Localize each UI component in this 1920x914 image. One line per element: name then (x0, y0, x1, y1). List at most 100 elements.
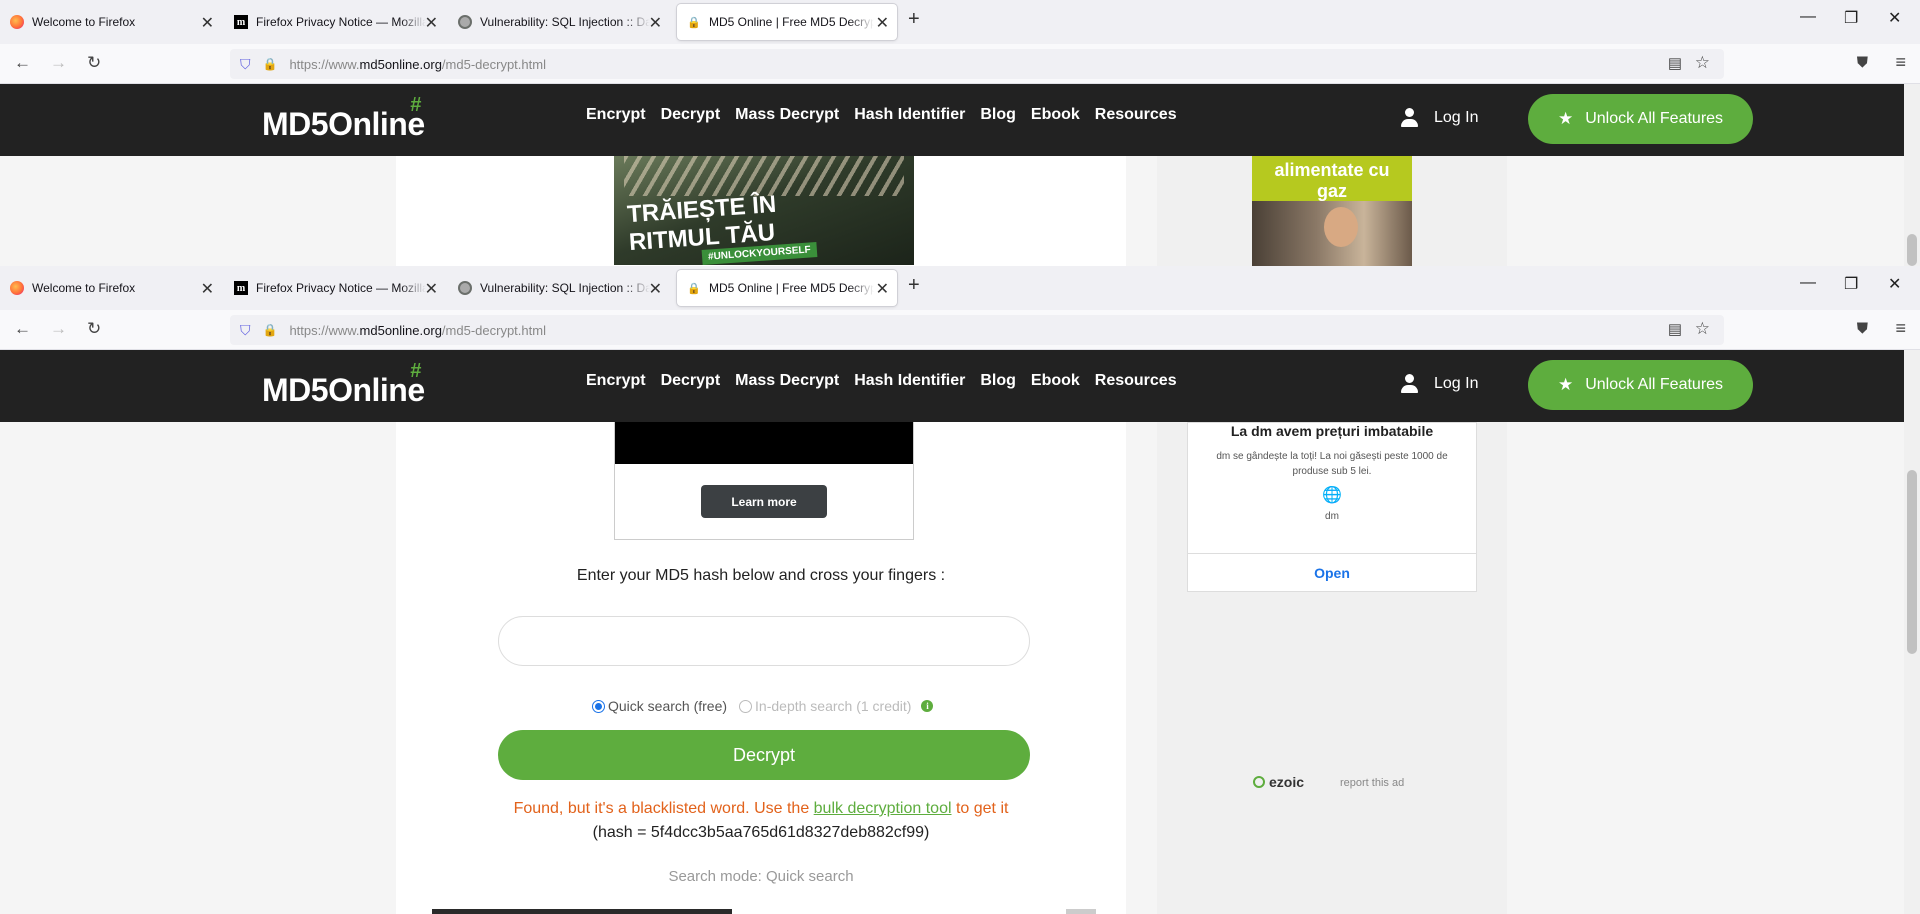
reader-view-icon[interactable]: ▤ (1668, 54, 1682, 72)
close-icon[interactable]: ✕ (876, 13, 889, 33)
shield-icon[interactable]: ⛉ (240, 322, 251, 339)
quick-search-radio[interactable] (592, 699, 605, 713)
pocket-icon[interactable]: ⛊ (1857, 320, 1868, 337)
quick-search-label[interactable]: Quick search (free) (608, 698, 727, 714)
nav-resources[interactable]: Resources (1095, 106, 1177, 124)
nav-blog[interactable]: Blog (980, 106, 1016, 124)
reader-view-icon[interactable]: ▤ (1668, 320, 1682, 338)
pocket-icon[interactable]: ⛊ (1857, 54, 1868, 71)
close-icon[interactable]: ✕ (201, 13, 214, 33)
scrollbar-thumb[interactable] (1907, 234, 1917, 266)
bulk-decryption-link[interactable]: bulk decryption tool (814, 800, 952, 817)
learn-more-button[interactable]: Learn more (701, 485, 827, 518)
scrollbar[interactable] (1904, 350, 1920, 914)
nav-mass-decrypt[interactable]: Mass Decrypt (735, 372, 839, 390)
restore-icon[interactable]: ❐ (1844, 274, 1858, 294)
nav-blog[interactable]: Blog (980, 372, 1016, 390)
unlock-features-button[interactable]: ★ Unlock All Features (1528, 360, 1753, 410)
scrollbar-thumb[interactable] (1907, 470, 1917, 654)
address-bar[interactable]: ⛉ 🔒 https://www.md5online.org/md5-decryp… (230, 315, 1724, 345)
close-icon[interactable]: ✕ (425, 279, 438, 299)
scrollbar[interactable] (1904, 84, 1920, 266)
minimize-icon[interactable]: — (1800, 8, 1816, 26)
tab-privacy-notice[interactable]: m Firefox Privacy Notice — Mozilla ✕ (224, 4, 446, 40)
nav-hash-identifier[interactable]: Hash Identifier (854, 106, 965, 124)
nav-hash-identifier[interactable]: Hash Identifier (854, 372, 965, 390)
new-tab-icon[interactable]: + (908, 274, 920, 297)
nav-decrypt[interactable]: Decrypt (661, 106, 721, 124)
ad-title: La dm avem prețuri imbatabile (1230, 423, 1434, 439)
globe-icon: 🌐 (1322, 487, 1342, 504)
minimize-icon[interactable]: — (1800, 274, 1816, 292)
window-close-icon[interactable]: ✕ (1888, 8, 1901, 28)
forward-icon[interactable]: → (50, 53, 67, 73)
reload-icon[interactable]: ↻ (87, 53, 101, 73)
ad-choices-icon[interactable] (1066, 909, 1096, 914)
forward-icon[interactable]: → (50, 319, 67, 339)
close-icon[interactable]: ✕ (425, 13, 438, 33)
address-bar[interactable]: ⛉ 🔒 https://www.md5online.org/md5-decryp… (230, 49, 1724, 79)
ezoic-logo[interactable]: ezoic (1253, 774, 1304, 790)
advertisement-box[interactable]: Learn more (614, 422, 914, 540)
close-icon[interactable]: ✕ (649, 13, 662, 33)
tab-sql-injection[interactable]: Vulnerability: SQL Injection :: Damn ✕ (448, 270, 670, 306)
nav-encrypt[interactable]: Encrypt (586, 372, 646, 390)
nav-decrypt[interactable]: Decrypt (661, 372, 721, 390)
tab-title: Firefox Privacy Notice — Mozilla (256, 15, 426, 29)
info-icon[interactable]: i (921, 700, 934, 712)
sidebar-advertisement[interactable]: alimentate cu gaz (1252, 156, 1412, 201)
unlock-features-button[interactable]: ★ Unlock All Features (1528, 94, 1753, 144)
ad-open-button[interactable]: Open (1187, 553, 1477, 592)
padlock-icon[interactable]: 🔒 (263, 323, 278, 337)
in-depth-search-radio[interactable] (739, 699, 753, 713)
advertisement-banner[interactable]: TRĂIEȘTE ÎN RITMUL TĂU #UNLOCKYOURSELF (614, 156, 914, 265)
shield-icon[interactable]: ⛉ (240, 56, 251, 73)
login-link[interactable]: Log In (1400, 374, 1478, 394)
tab-welcome-firefox[interactable]: Welcome to Firefox ✕ (0, 270, 222, 306)
close-icon[interactable]: ✕ (876, 279, 889, 299)
site-logo[interactable]: MD5Online # (262, 360, 425, 409)
reload-icon[interactable]: ↻ (87, 319, 101, 339)
close-icon[interactable]: ✕ (649, 279, 662, 299)
sidebar-column: La dm avem prețuri imbatabile dm se gând… (1157, 422, 1507, 914)
nav-encrypt[interactable]: Encrypt (586, 106, 646, 124)
ad-person-graphic (1324, 207, 1358, 247)
close-icon[interactable]: ✕ (201, 279, 214, 299)
nav-toolbar: ← → ↻ ⛉ 🔒 https://www.md5online.org/md5-… (0, 44, 1920, 84)
decrypt-button[interactable]: Decrypt (498, 730, 1030, 780)
ad-photo[interactable] (1252, 201, 1412, 266)
back-icon[interactable]: ← (14, 319, 31, 339)
in-depth-search-label[interactable]: In-depth search (1 credit) (755, 698, 911, 714)
site-logo[interactable]: MD5Online # (262, 94, 425, 143)
login-link[interactable]: Log In (1400, 108, 1478, 128)
tab-md5online[interactable]: 🔒 MD5 Online | Free MD5 Decryption ✕ (677, 4, 897, 40)
nav-mass-decrypt[interactable]: Mass Decrypt (735, 106, 839, 124)
nav-ebook[interactable]: Ebook (1031, 106, 1080, 124)
padlock-icon[interactable]: 🔒 (263, 57, 278, 71)
report-ad-link[interactable]: report this ad (1340, 777, 1404, 789)
bookmark-star-icon[interactable]: ☆ (1695, 53, 1710, 73)
user-icon (1400, 108, 1420, 128)
result-hash: (hash = 5f4dcc3b5aa765d61d8327deb882cf99… (592, 824, 930, 841)
tab-sql-injection[interactable]: Vulnerability: SQL Injection :: Damn ✕ (448, 4, 670, 40)
menu-icon[interactable]: ≡ (1895, 52, 1906, 73)
restore-icon[interactable]: ❐ (1844, 8, 1858, 28)
unlock-label: Unlock All Features (1585, 376, 1724, 393)
url-text[interactable]: https://www.md5online.org/md5-decrypt.ht… (289, 57, 546, 72)
url-text[interactable]: https://www.md5online.org/md5-decrypt.ht… (289, 323, 546, 338)
back-icon[interactable]: ← (14, 53, 31, 73)
nav-ebook[interactable]: Ebook (1031, 372, 1080, 390)
window-close-icon[interactable]: ✕ (1888, 274, 1901, 294)
tab-md5online[interactable]: 🔒 MD5 Online | Free MD5 Decryption ✕ (677, 270, 897, 306)
bookmark-star-icon[interactable]: ☆ (1695, 319, 1710, 339)
star-icon: ★ (1557, 109, 1574, 128)
browser-window-top: Welcome to Firefox ✕ m Firefox Privacy N… (0, 0, 1920, 266)
tab-privacy-notice[interactable]: m Firefox Privacy Notice — Mozilla ✕ (224, 270, 446, 306)
menu-icon[interactable]: ≡ (1895, 318, 1906, 339)
sidebar-advertisement-card[interactable]: La dm avem prețuri imbatabile dm se gând… (1187, 422, 1477, 554)
new-tab-icon[interactable]: + (908, 8, 920, 31)
tab-welcome-firefox[interactable]: Welcome to Firefox ✕ (0, 4, 222, 40)
nav-resources[interactable]: Resources (1095, 372, 1177, 390)
tab-title: Welcome to Firefox (32, 15, 136, 29)
hash-input[interactable] (498, 616, 1030, 666)
